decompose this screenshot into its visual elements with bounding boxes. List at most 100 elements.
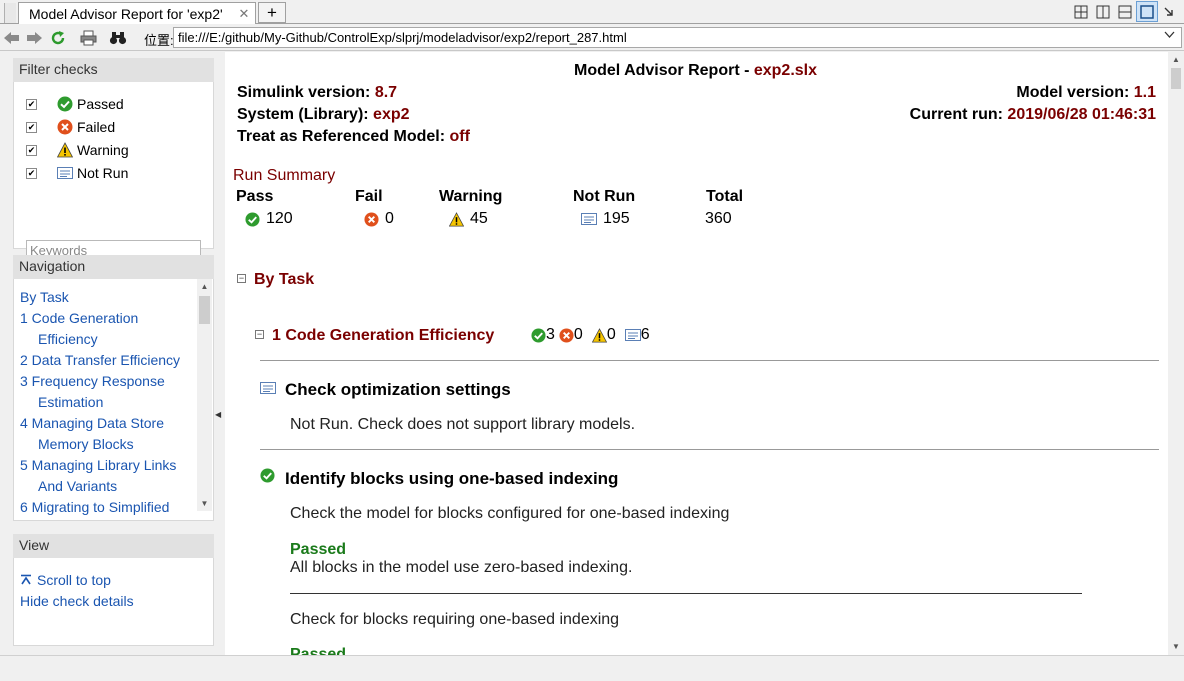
navigation-bar: 位置: file:///E:/github/My-Github/ControlE…	[0, 24, 1184, 51]
summary-total-value: 360	[705, 210, 732, 227]
check1-title[interactable]: Check optimization settings	[285, 380, 511, 400]
summary-not-run-value: 195	[603, 210, 630, 227]
nav-by-task[interactable]: By Task	[20, 289, 69, 305]
check2-status-icon	[260, 468, 275, 488]
nav-migrating[interactable]: 6 Migrating to Simplified	[20, 499, 169, 515]
address-input[interactable]: file:///E:/github/My-Github/ControlExp/s…	[173, 27, 1182, 48]
filter-passed-checkbox[interactable]: ✔	[26, 98, 37, 110]
scroll-top-icon	[21, 574, 31, 585]
navigation-scrollbar[interactable]: ▲ ▼	[197, 279, 212, 511]
task-count-pass: 3	[546, 326, 555, 343]
sidebar: Filter checks ✔ Passed ✔ Failed ✔ Warnin…	[0, 52, 225, 655]
collapse-sidebar-icon[interactable]: ◀	[215, 410, 221, 419]
by-task-collapse-icon[interactable]: −	[237, 274, 246, 283]
scroll-down-icon[interactable]: ▼	[197, 496, 212, 511]
filter-warning[interactable]: ✔ Warning	[26, 141, 129, 159]
task-count-not-run: 6	[640, 326, 650, 343]
by-task-title[interactable]: By Task	[254, 271, 314, 289]
system-library: System (Library): exp2	[237, 106, 410, 124]
filter-passed[interactable]: ✔ Passed	[26, 95, 124, 113]
tab-close-icon[interactable]: ✕	[233, 6, 255, 22]
refresh-icon[interactable]	[48, 28, 68, 48]
tile-horizontal-icon[interactable]	[1114, 1, 1136, 22]
nav-code-generation[interactable]: 1 Code Generation	[20, 310, 138, 326]
pass-icon	[531, 327, 546, 343]
nav-library-links[interactable]: 5 Managing Library Links	[20, 457, 176, 473]
filter-failed[interactable]: ✔ Failed	[26, 118, 115, 136]
scroll-down-icon[interactable]: ▼	[1168, 639, 1184, 655]
address-dropdown-icon[interactable]	[1164, 31, 1175, 42]
tab-strip: Model Advisor Report for 'exp2' ✕ +	[0, 0, 1184, 25]
nav-data-store[interactable]: 4 Managing Data Store	[20, 415, 164, 431]
task-collapse-icon[interactable]: −	[255, 330, 264, 339]
check2-subcheck2: Check for blocks requiring one-based ind…	[290, 611, 620, 628]
check2-title[interactable]: Identify blocks using one-based indexing	[285, 469, 618, 489]
summary-fail-value: 0	[385, 210, 394, 227]
system-library-value: exp2	[373, 106, 410, 123]
model-version-value: 1.1	[1133, 84, 1156, 101]
not-run-icon	[260, 382, 276, 394]
tile-grid-icon[interactable]	[1070, 1, 1092, 22]
tab-report[interactable]: Model Advisor Report for 'exp2' ✕	[18, 2, 256, 25]
nav-frequency-response[interactable]: 3 Frequency Response	[20, 373, 165, 389]
nav-data-transfer[interactable]: 2 Data Transfer Efficiency	[20, 352, 180, 368]
divider	[290, 593, 1082, 594]
summary-warning: 45	[449, 210, 488, 228]
not-run-icon	[581, 213, 597, 225]
treat-as-referenced-value: off	[449, 128, 470, 145]
filter-not-run-checkbox[interactable]: ✔	[26, 167, 37, 179]
filter-not-run[interactable]: ✔ Not Run	[26, 164, 128, 182]
check1-status-icon	[260, 381, 276, 400]
summary-not-run-label: Not Run	[573, 188, 636, 205]
pass-icon	[245, 211, 260, 227]
report-scrollbar[interactable]: ▲ ▼	[1168, 52, 1184, 655]
task-title[interactable]: 1 Code Generation Efficiency	[272, 327, 494, 345]
check2-status2: Passed	[290, 646, 347, 655]
print-icon[interactable]	[78, 28, 98, 48]
scroll-thumb[interactable]	[1171, 68, 1181, 89]
nav-library-links-cont[interactable]: And Variants	[38, 478, 117, 494]
model-version-label: Model version:	[1016, 84, 1134, 101]
forward-icon[interactable]	[24, 28, 44, 48]
check1-text: Not Run. Check does not support library …	[290, 416, 636, 433]
scroll-to-top-label: Scroll to top	[37, 572, 111, 588]
undock-icon[interactable]	[1158, 1, 1180, 22]
warning-icon	[449, 211, 464, 226]
layout-buttons	[1070, 1, 1180, 22]
report-title: Model Advisor Report - exp2.slx	[574, 62, 817, 80]
divider	[260, 360, 1159, 361]
nav-code-generation-cont[interactable]: Efficiency	[38, 331, 98, 347]
fail-icon	[364, 211, 379, 227]
simulink-version-label: Simulink version:	[237, 84, 375, 101]
filter-failed-checkbox[interactable]: ✔	[26, 121, 37, 133]
scroll-up-icon[interactable]: ▲	[197, 279, 212, 294]
scroll-thumb[interactable]	[199, 296, 210, 324]
nav-data-store-cont[interactable]: Memory Blocks	[38, 436, 134, 452]
scroll-up-icon[interactable]: ▲	[1168, 52, 1184, 68]
tile-vertical-icon[interactable]	[1092, 1, 1114, 22]
nav-frequency-response-cont[interactable]: Estimation	[38, 394, 103, 410]
find-binoculars-icon[interactable]	[108, 28, 128, 48]
check2-result1: All blocks in the model use zero-based i…	[290, 559, 633, 576]
new-tab-button[interactable]: +	[258, 2, 286, 23]
status-bar	[0, 655, 1184, 681]
hide-check-details-link[interactable]: Hide check details	[20, 593, 134, 609]
single-pane-icon[interactable]	[1136, 1, 1158, 22]
filter-checks-panel: ✔ Passed ✔ Failed ✔ Warning ✔ Not Run Ke…	[13, 82, 214, 261]
filter-warning-label: Warning	[77, 142, 129, 158]
divider	[260, 449, 1159, 450]
view-panel: Scroll to top Hide check details	[13, 558, 214, 646]
not-run-icon	[57, 165, 73, 181]
filter-checks-header: Filter checks	[13, 58, 214, 82]
not-run-icon	[624, 329, 641, 341]
back-icon[interactable]	[2, 28, 22, 48]
address-label: 位置:	[144, 33, 174, 48]
filter-not-run-label: Not Run	[77, 165, 129, 181]
model-version: Model version: 1.1	[1016, 84, 1156, 102]
simulink-version-value: 8.7	[374, 84, 398, 101]
address-url: file:///E:/github/My-Github/ControlExp/s…	[178, 30, 627, 45]
filter-warning-checkbox[interactable]: ✔	[26, 144, 37, 156]
scroll-to-top-link[interactable]: Scroll to top	[20, 572, 111, 588]
summary-fail: 0	[364, 210, 394, 228]
task-count-fail: 0	[573, 326, 583, 343]
